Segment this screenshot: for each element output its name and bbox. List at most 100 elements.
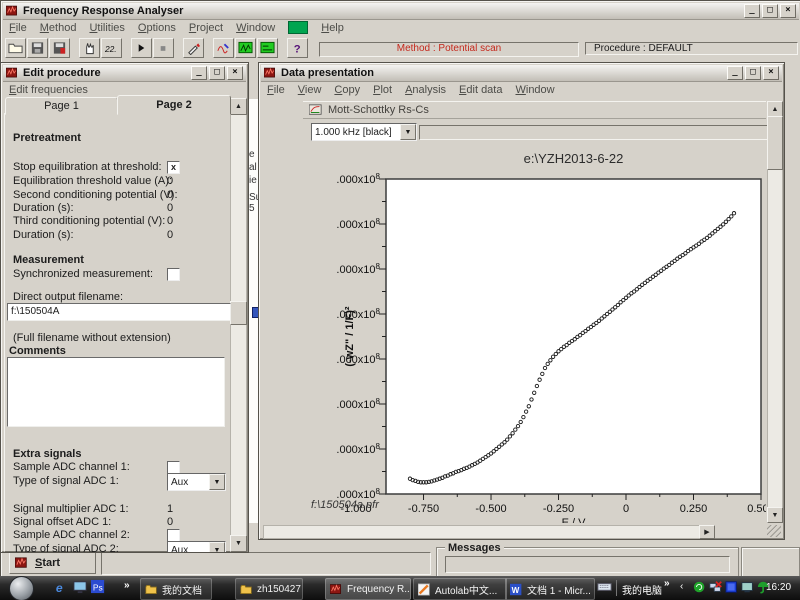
menu-utilities[interactable]: Utilities xyxy=(89,22,124,34)
ie-quicklaunch[interactable]: e xyxy=(53,580,69,596)
taskbar-button-5[interactable]: W 文档 1 - Micr... xyxy=(505,578,595,600)
mott-schottky-header[interactable]: Mott-Schottky Rs-Cs xyxy=(303,101,766,119)
save-button[interactable] xyxy=(27,37,48,58)
field-value: 0 xyxy=(167,202,174,214)
stop-button[interactable] xyxy=(153,37,174,58)
start-button-label: Start xyxy=(35,557,61,569)
edit-pen-button[interactable] xyxy=(183,37,204,58)
comments-textarea[interactable] xyxy=(7,357,225,427)
chart-monitor-button[interactable] xyxy=(235,37,256,58)
photoshop-quicklaunch[interactable]: Ps xyxy=(90,579,106,596)
taskbar-button-3[interactable]: Frequency R... xyxy=(325,578,411,600)
menu-analysis[interactable]: Analysis xyxy=(405,84,446,96)
taskbar-button-label: 文档 1 - Micr... xyxy=(527,585,591,597)
maximize-button[interactable]: □ xyxy=(762,4,778,18)
minimize-button[interactable]: _ xyxy=(191,66,207,80)
taskbar: e Ps » 我的文档 zh150427 Frequency R... Autolab中文.… xyxy=(0,576,800,600)
chevron-down-icon[interactable]: ▼ xyxy=(209,542,225,552)
main-titlebar[interactable]: Frequency Response Analyser _ □ × xyxy=(3,3,799,20)
svg-text:0.500: 0.500 xyxy=(747,503,766,515)
save-icon xyxy=(30,41,45,55)
chart-level-button[interactable] xyxy=(257,37,278,58)
taskbar-button-label: 我的文档 xyxy=(162,585,202,597)
field-value: 0 xyxy=(167,175,174,187)
scroll-up-button[interactable]: ▲ xyxy=(230,98,247,115)
help-button[interactable]: ? xyxy=(287,37,308,58)
combo-type-of-signal-adc-1-[interactable]: Aux ▼ xyxy=(167,473,226,491)
close-button[interactable]: × xyxy=(227,66,243,80)
menu-view[interactable]: View xyxy=(298,84,322,96)
svg-text:.000x108: .000x108 xyxy=(336,307,380,321)
chevron-down-icon[interactable]: ▼ xyxy=(400,124,416,140)
menu-window[interactable]: Window xyxy=(236,22,275,34)
maximize-button[interactable]: □ xyxy=(209,66,225,80)
checkbox-checked[interactable]: x xyxy=(167,161,180,174)
frequency-22-button[interactable]: 22. xyxy=(101,37,122,58)
combo-type-of-signal-adc-2-[interactable]: Aux ▼ xyxy=(167,541,226,552)
menu-edit-frequencies[interactable]: Edit frequencies xyxy=(9,84,88,96)
menu-file[interactable]: File xyxy=(267,84,285,96)
field-label: Signal offset ADC 1: xyxy=(13,516,112,528)
dialog-scroll-thumb[interactable] xyxy=(230,301,247,325)
filename-input[interactable]: f:\150504A xyxy=(7,303,231,321)
messages-box xyxy=(445,556,730,573)
blue-app-tray[interactable] xyxy=(724,581,739,596)
scroll-down-button[interactable]: ▼ xyxy=(767,507,783,523)
menu-project[interactable]: Project xyxy=(189,22,223,34)
dialog-scrollbar[interactable] xyxy=(230,98,247,552)
tab-page-1[interactable]: Page 1 xyxy=(5,97,118,115)
horizontal-scrollbar[interactable] xyxy=(263,525,701,539)
display-quicklaunch[interactable] xyxy=(72,580,88,596)
svg-text:-0.500: -0.500 xyxy=(475,503,506,515)
menu-plot[interactable]: Plot xyxy=(373,84,392,96)
taskbar-button-1[interactable]: 我的文档 xyxy=(140,578,212,600)
svg-text:W: W xyxy=(512,585,520,594)
scroll-down-button[interactable]: ▼ xyxy=(230,535,247,552)
chevron-down-icon[interactable]: ▼ xyxy=(209,474,225,490)
menu-method[interactable]: Method xyxy=(40,22,77,34)
network-error-tray[interactable] xyxy=(708,581,723,596)
quicklaunch-overflow-chevron[interactable]: » xyxy=(124,580,130,591)
tab-page-2[interactable]: Page 2 xyxy=(117,95,231,115)
signal-button[interactable] xyxy=(213,37,234,58)
close-button[interactable]: × xyxy=(780,4,796,18)
maximize-button[interactable]: □ xyxy=(745,66,761,80)
menu-file[interactable]: File xyxy=(9,22,27,34)
scroll-right-button[interactable]: ▶ xyxy=(699,525,715,539)
hand-button[interactable] xyxy=(79,37,100,58)
start-orb[interactable] xyxy=(9,576,34,600)
edit-procedure-titlebar[interactable]: Edit procedure _ □ × xyxy=(3,65,246,82)
open-file-button[interactable] xyxy=(5,37,26,58)
desktop-toolbar-chevron[interactable]: » xyxy=(664,578,670,589)
edit-procedure-title: Edit procedure xyxy=(23,67,101,79)
vertical-scroll-thumb[interactable] xyxy=(767,116,783,170)
menu-help[interactable]: Help xyxy=(321,22,344,34)
menu-copy[interactable]: Copy xyxy=(334,84,360,96)
resize-grip[interactable] xyxy=(767,525,781,537)
menu-options[interactable]: Options xyxy=(138,22,176,34)
play-button[interactable] xyxy=(131,37,152,58)
language-bar[interactable] xyxy=(596,580,612,596)
green-swirl-tray[interactable] xyxy=(692,581,707,596)
data-presentation-titlebar[interactable]: Data presentation _ □ × xyxy=(261,65,782,82)
checkbox-unchecked[interactable] xyxy=(167,268,180,281)
taskbar-button-4[interactable]: Autolab中文... xyxy=(413,578,507,600)
messages-label: Messages xyxy=(445,542,504,554)
display-tray-icon xyxy=(740,580,755,597)
menu-edit-data[interactable]: Edit data xyxy=(459,84,502,96)
display-tray-tray[interactable] xyxy=(740,581,755,596)
desktop-toolbar-label[interactable]: 我的电脑 xyxy=(622,582,662,597)
field-label: Sample ADC channel 2: xyxy=(13,529,130,541)
start-button[interactable]: Start xyxy=(9,552,96,574)
tray-collapse-arrow[interactable]: ‹ xyxy=(680,581,683,592)
frequency-selector[interactable]: 1.000 kHz [black] ▼ xyxy=(311,123,417,141)
scroll-up-button[interactable]: ▲ xyxy=(767,101,783,117)
close-button[interactable]: × xyxy=(763,66,779,80)
minimize-button[interactable]: _ xyxy=(744,4,760,18)
taskbar-button-2[interactable]: zh150427 xyxy=(235,578,303,600)
save-as-button[interactable] xyxy=(49,37,70,58)
open-file-icon xyxy=(8,41,23,55)
signal-icon xyxy=(216,41,231,55)
minimize-button[interactable]: _ xyxy=(727,66,743,80)
menu-window[interactable]: Window xyxy=(515,84,554,96)
